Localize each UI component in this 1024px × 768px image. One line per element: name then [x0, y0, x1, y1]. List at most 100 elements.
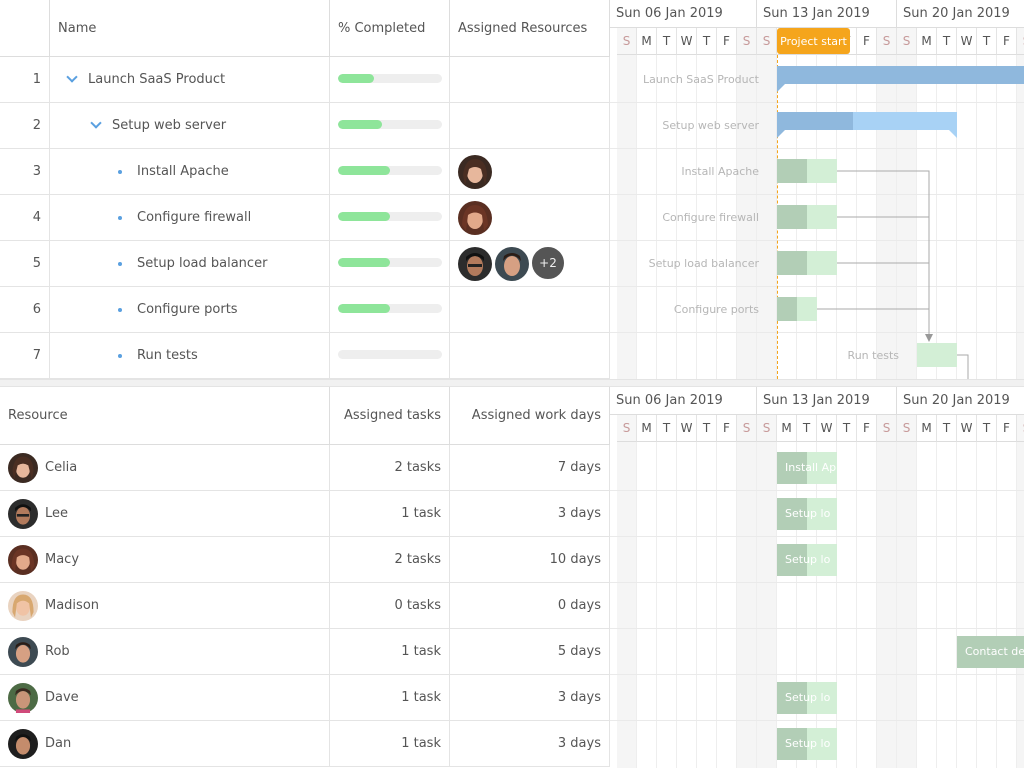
- avatar-lee: [8, 499, 38, 529]
- resources-column-header[interactable]: Assigned Resources: [450, 0, 610, 57]
- task-name: Install Apache: [137, 164, 229, 179]
- avatar-madison: [8, 591, 38, 621]
- resource-bar-lee[interactable]: Setup lo: [777, 498, 837, 530]
- resource-row[interactable]: Dan 1 task 3 days: [0, 721, 610, 767]
- row-divider: [610, 628, 1024, 629]
- resources-cell[interactable]: [450, 333, 610, 378]
- resource-row[interactable]: Madison 0 tasks 0 days: [0, 583, 610, 629]
- assigned-days: 5 days: [450, 629, 610, 674]
- assigned-days: 0 days: [450, 583, 610, 628]
- days-column-header[interactable]: Assigned work days: [450, 387, 610, 445]
- resource-row[interactable]: Dave 1 task 3 days: [0, 675, 610, 721]
- task-row[interactable]: 7 Run tests: [0, 333, 610, 379]
- day-header: W: [677, 415, 697, 442]
- tasks-header-label: Assigned tasks: [343, 408, 441, 423]
- portrait-icon: [458, 247, 492, 281]
- resource-row[interactable]: Celia 2 tasks 7 days: [0, 445, 610, 491]
- portrait-icon: [458, 201, 492, 235]
- progress-bar: [338, 166, 442, 175]
- avatar-rob[interactable]: [494, 246, 529, 281]
- resource-bar-dave[interactable]: Setup lo: [777, 682, 837, 714]
- resources-cell[interactable]: [450, 195, 610, 240]
- row-number: 3: [0, 149, 50, 194]
- assigned-tasks: 1 task: [330, 721, 450, 766]
- task-name-cell[interactable]: Install Apache: [50, 149, 330, 194]
- day-header: S: [757, 415, 777, 442]
- resource-bar-label: Install Ap: [785, 461, 837, 474]
- resource-bar-rob[interactable]: Contact de: [957, 636, 1024, 668]
- day-header: S: [877, 415, 897, 442]
- resource-name: Lee: [45, 506, 69, 521]
- resources-cell[interactable]: +2: [450, 241, 610, 286]
- task-name-cell[interactable]: Launch SaaS Product: [50, 57, 330, 102]
- day-header: T: [837, 415, 857, 442]
- resource-bar-label: Setup lo: [785, 507, 831, 520]
- portrait-icon: [458, 155, 492, 189]
- progress-fill: [338, 166, 390, 175]
- task-name: Setup load balancer: [137, 256, 268, 271]
- progress-bar: [338, 120, 442, 129]
- resource-row[interactable]: Macy 2 tasks 10 days: [0, 537, 610, 583]
- resource-bar-label: Setup lo: [785, 553, 831, 566]
- resource-bar-macy[interactable]: Setup lo: [777, 544, 837, 576]
- portrait-icon: [495, 247, 529, 281]
- avatar-celia[interactable]: [457, 154, 492, 189]
- day-header: S: [1017, 415, 1024, 442]
- resources-cell[interactable]: [450, 149, 610, 194]
- portrait-icon: [8, 591, 38, 621]
- tasks-column-header[interactable]: Assigned tasks: [330, 387, 450, 445]
- resource-name: Dave: [45, 690, 79, 705]
- resource-bar-celia[interactable]: Install Ap: [777, 452, 837, 484]
- task-name-cell[interactable]: Setup web server: [50, 103, 330, 148]
- progress-fill: [338, 304, 390, 313]
- row-number: 7: [0, 333, 50, 378]
- progress-bar: [338, 212, 442, 221]
- panel-splitter[interactable]: [0, 379, 1024, 387]
- completed-column-header[interactable]: % Completed: [330, 0, 450, 57]
- resources-cell[interactable]: [450, 57, 610, 102]
- resource-header-label: Resource: [8, 408, 68, 423]
- week-header: Sun 20 Jan 2019: [897, 387, 1024, 415]
- task-row[interactable]: 2 Setup web server: [0, 103, 610, 149]
- resource-row[interactable]: Lee 1 task 3 days: [0, 491, 610, 537]
- task-name-cell[interactable]: Run tests: [50, 333, 330, 378]
- chevron-down-icon[interactable]: [66, 71, 78, 83]
- row-number: 4: [0, 195, 50, 240]
- task-name-cell[interactable]: Setup load balancer: [50, 241, 330, 286]
- day-header: T: [937, 415, 957, 442]
- resources-cell[interactable]: [450, 103, 610, 148]
- resource-row[interactable]: Rob 1 task 5 days: [0, 629, 610, 675]
- task-row[interactable]: 1 Launch SaaS Product: [0, 57, 610, 103]
- avatar-lee[interactable]: [457, 246, 492, 281]
- task-name-cell[interactable]: Configure firewall: [50, 195, 330, 240]
- chevron-down-icon[interactable]: [90, 117, 102, 129]
- row-number: 1: [0, 57, 50, 102]
- name-column-header[interactable]: Name: [50, 0, 330, 57]
- task-name: Configure ports: [137, 302, 238, 317]
- assigned-days: 3 days: [450, 491, 610, 536]
- task-row[interactable]: 3 Install Apache: [0, 149, 610, 195]
- task-row[interactable]: 6 Configure ports: [0, 287, 610, 333]
- task-name-cell[interactable]: Configure ports: [50, 287, 330, 332]
- bullet-icon: [118, 353, 122, 358]
- day-header: T: [977, 415, 997, 442]
- progress-bar: [338, 258, 442, 267]
- task-name: Configure firewall: [137, 210, 252, 225]
- resources-cell[interactable]: [450, 287, 610, 332]
- task-row[interactable]: 4 Configure firewall: [0, 195, 610, 241]
- row-number-header: [0, 0, 50, 57]
- task-row[interactable]: 5 Setup load balancer +2: [0, 241, 610, 287]
- day-header: T: [657, 415, 677, 442]
- avatar-dave: [8, 683, 38, 713]
- resource-name: Celia: [45, 460, 78, 475]
- portrait-icon: [8, 545, 38, 575]
- assigned-days: 7 days: [450, 445, 610, 490]
- assigned-tasks: 2 tasks: [330, 537, 450, 582]
- bullet-icon: [118, 215, 122, 220]
- avatar-macy[interactable]: [457, 200, 492, 235]
- resource-bar-dan[interactable]: Setup lo: [777, 728, 837, 760]
- progress-fill: [338, 120, 382, 129]
- resource-column-header[interactable]: Resource: [0, 387, 330, 445]
- task-name: Launch SaaS Product: [88, 72, 226, 87]
- more-resources-badge[interactable]: +2: [531, 246, 565, 280]
